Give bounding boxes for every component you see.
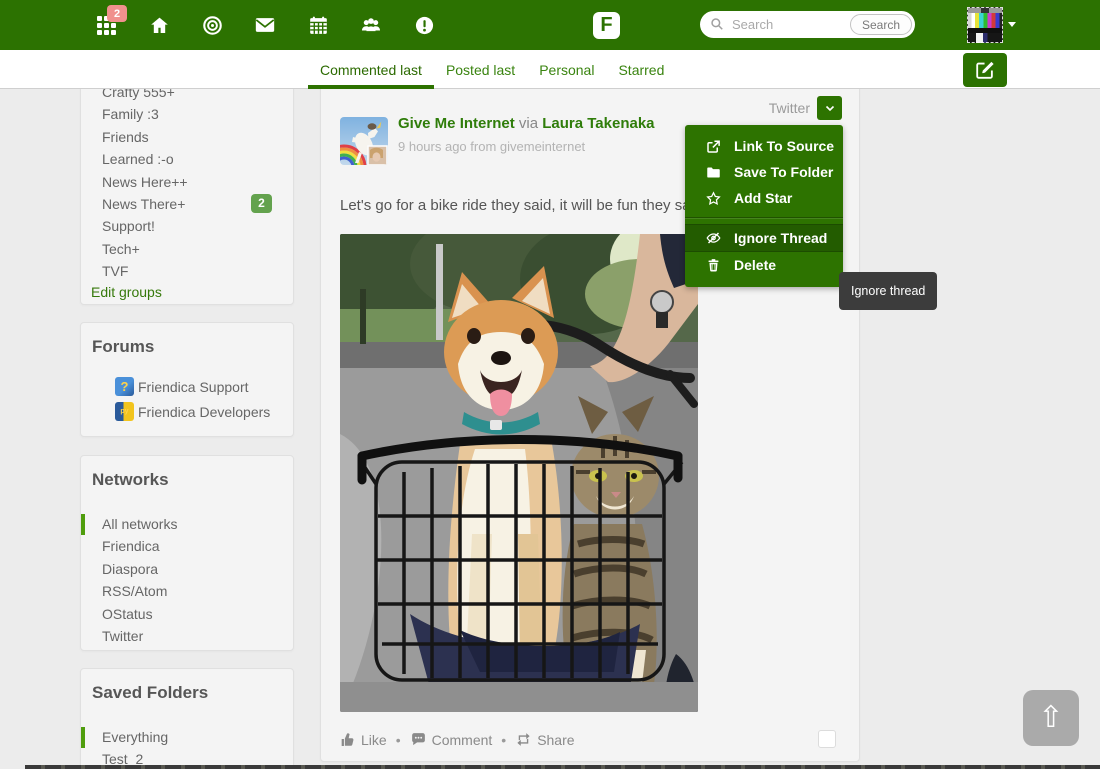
- external-link-icon: [706, 139, 721, 154]
- user-menu-caret-icon[interactable]: [1008, 22, 1016, 27]
- scroll-to-top-button[interactable]: ⇧: [1023, 690, 1079, 746]
- post-author-avatar[interactable]: [340, 117, 388, 165]
- group-item[interactable]: Support!: [81, 215, 293, 237]
- groups-panel: Crafty 555+ Family :3 Friends Learned :-…: [80, 65, 294, 305]
- post-timestamp[interactable]: 9 hours ago from givemeinternet: [398, 139, 585, 154]
- menu-divider: [685, 217, 843, 219]
- user-avatar[interactable]: [967, 7, 1003, 43]
- network-item-rss[interactable]: RSS/Atom: [81, 580, 293, 602]
- eye-slash-icon: [706, 230, 721, 246]
- post-author-name[interactable]: Give Me Internet: [398, 115, 515, 132]
- search-box: Search: [700, 11, 915, 38]
- post-photo-dog-cat-basket[interactable]: [340, 234, 698, 712]
- notifications-exclamation-icon[interactable]: [413, 14, 435, 36]
- separator-dot: •: [396, 732, 401, 748]
- selected-indicator: [81, 727, 85, 748]
- notification-count-badge: 2: [107, 5, 127, 22]
- forum-item-friendica-developers[interactable]: py Friendica Developers: [81, 399, 293, 424]
- network-item-diaspora[interactable]: Diaspora: [81, 558, 293, 580]
- forum-avatar-icon: ?: [115, 377, 134, 396]
- share-button[interactable]: Share: [515, 732, 574, 748]
- unread-count-badge: 2: [251, 194, 272, 213]
- group-item[interactable]: Friends: [81, 126, 293, 148]
- group-item[interactable]: Tech+: [81, 238, 293, 260]
- networks-panel: Networks All networks Friendica Diaspora…: [80, 455, 294, 651]
- forum-avatar-icon: py: [115, 402, 134, 421]
- tab-starred[interactable]: Starred: [606, 50, 676, 89]
- network-bullseye-icon[interactable]: [201, 14, 223, 36]
- post-owner-name[interactable]: Laura Takenaka: [542, 115, 654, 132]
- forums-title: Forums: [81, 323, 293, 357]
- comment-button[interactable]: Comment: [410, 731, 493, 748]
- folder-icon: [706, 165, 721, 180]
- group-item[interactable]: Family :3: [81, 103, 293, 125]
- selected-indicator: [81, 514, 85, 535]
- group-item[interactable]: TVF: [81, 260, 293, 282]
- search-icon: [710, 17, 724, 31]
- friendica-logo[interactable]: F: [593, 12, 620, 39]
- post-select-checkbox[interactable]: [818, 730, 836, 748]
- network-item-ostatus[interactable]: OStatus: [81, 603, 293, 625]
- menu-item-add-star[interactable]: Add Star: [685, 185, 843, 211]
- edit-groups-link[interactable]: Edit groups: [91, 284, 293, 300]
- saved-folders-title: Saved Folders: [81, 669, 293, 703]
- top-navbar: 2 F Search: [0, 0, 1100, 50]
- tab-commented-last[interactable]: Commented last: [308, 50, 434, 89]
- feed-tabbar: Commented last Posted last Personal Star…: [0, 50, 1100, 89]
- post-actions-dropdown-menu: Link To Source Save To Folder Add Star I…: [685, 125, 843, 287]
- tab-personal[interactable]: Personal: [527, 50, 606, 89]
- thumbs-up-icon: [340, 732, 356, 748]
- search-submit-button[interactable]: Search: [850, 14, 912, 35]
- post-menu-toggle-button[interactable]: [817, 96, 842, 120]
- network-item-friendica[interactable]: Friendica: [81, 535, 293, 557]
- group-item[interactable]: Learned :-o: [81, 148, 293, 170]
- contacts-group-icon[interactable]: [360, 14, 382, 36]
- menu-item-link-to-source[interactable]: Link To Source: [685, 133, 843, 159]
- forum-item-friendica-support[interactable]: ? Friendica Support: [81, 374, 293, 399]
- group-item[interactable]: News Here++: [81, 171, 293, 193]
- networks-title: Networks: [81, 456, 293, 490]
- saved-folders-panel: Saved Folders Everything Test_2: [80, 668, 294, 769]
- network-item-twitter[interactable]: Twitter: [81, 625, 293, 647]
- up-arrow-icon: ⇧: [1038, 700, 1063, 735]
- post-action-bar: Like • Comment • Share: [340, 731, 575, 748]
- post-network-label: Twitter: [769, 100, 810, 116]
- menu-item-ignore-thread[interactable]: Ignore Thread: [685, 224, 843, 252]
- bottom-edge-strip: [25, 765, 1100, 769]
- forums-panel: Forums ? Friendica Support py Friendica …: [80, 322, 294, 437]
- events-calendar-icon[interactable]: [307, 14, 329, 36]
- menu-item-save-to-folder[interactable]: Save To Folder: [685, 159, 843, 185]
- apps-menu-button[interactable]: 2: [95, 14, 117, 36]
- retweet-share-icon: [515, 732, 532, 747]
- navbar-icon-group: 2: [95, 0, 435, 50]
- like-button[interactable]: Like: [340, 732, 387, 748]
- feed-tabs: Commented last Posted last Personal Star…: [308, 50, 676, 89]
- menu-item-delete[interactable]: Delete: [685, 252, 843, 278]
- messages-envelope-icon[interactable]: [254, 14, 276, 36]
- comment-bubble-icon: [410, 731, 427, 748]
- network-item-all[interactable]: All networks: [81, 513, 293, 535]
- star-icon: [706, 191, 721, 206]
- group-item[interactable]: News There+ 2: [81, 193, 293, 215]
- compose-post-button[interactable]: [963, 53, 1007, 87]
- chevron-down-icon: [824, 102, 836, 114]
- separator-dot: •: [501, 732, 506, 748]
- trash-icon: [706, 258, 721, 273]
- ignore-thread-tooltip: Ignore thread: [839, 272, 937, 310]
- home-icon[interactable]: [148, 14, 170, 36]
- post-author-line: Give Me Internet via Laura Takenaka: [398, 115, 655, 132]
- pencil-square-icon: [974, 59, 996, 81]
- via-label: via: [519, 115, 538, 132]
- tab-posted-last[interactable]: Posted last: [434, 50, 527, 89]
- folder-item-everything[interactable]: Everything: [81, 726, 293, 748]
